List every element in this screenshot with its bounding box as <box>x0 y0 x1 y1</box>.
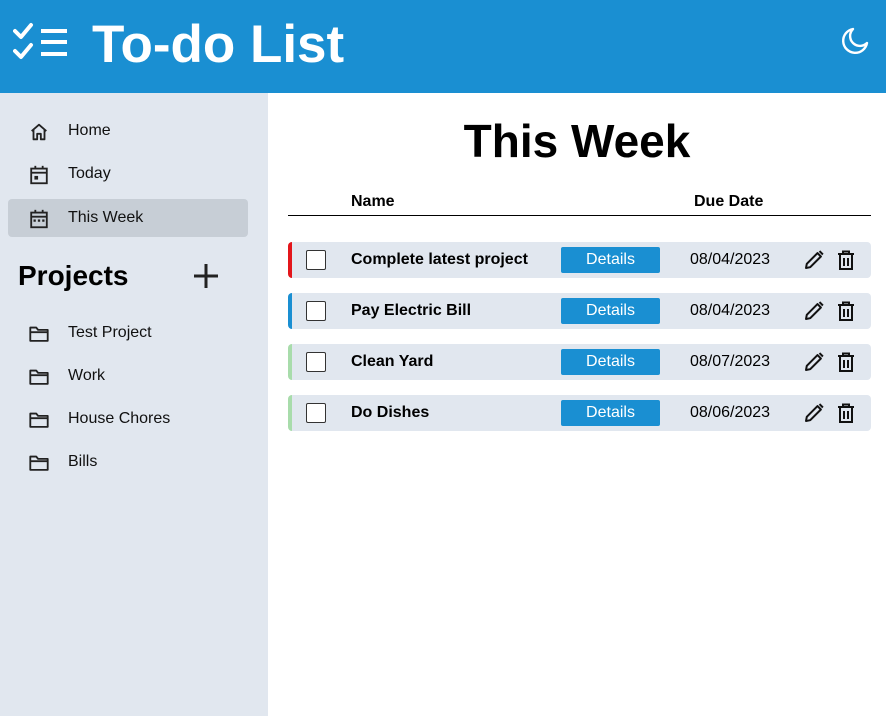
sidebar-item-house-chores[interactable]: House Chores <box>8 400 248 438</box>
trash-icon[interactable] <box>834 299 858 323</box>
details-button[interactable]: Details <box>561 349 660 375</box>
trash-icon[interactable] <box>834 350 858 374</box>
sidebar-item-label: Work <box>68 367 106 384</box>
task-due-date: 08/07/2023 <box>690 353 771 370</box>
home-icon <box>31 123 47 141</box>
details-button[interactable]: Details <box>561 298 660 324</box>
task-row: Complete latest project Details 08/04/20… <box>288 242 871 278</box>
task-name: Clean Yard <box>351 353 434 370</box>
sidebar-item-label: Today <box>68 165 111 182</box>
add-project-icon[interactable] <box>190 260 222 292</box>
sidebar-item-label: Test Project <box>68 324 152 341</box>
column-header-due-date: Due Date <box>694 193 764 210</box>
page-title: This Week <box>463 115 691 167</box>
task-row: Clean Yard Details 08/07/2023 <box>288 344 871 380</box>
pencil-icon[interactable] <box>802 248 826 272</box>
projects-heading: Projects <box>18 260 129 291</box>
task-checkbox[interactable] <box>306 403 326 423</box>
checklist-icon <box>13 23 67 59</box>
folder-icon <box>29 412 49 428</box>
sidebar-item-label: Home <box>68 122 111 139</box>
pencil-icon[interactable] <box>802 401 826 425</box>
task-name: Pay Electric Bill <box>351 302 472 319</box>
sidebar-item-this-week[interactable]: This Week <box>8 199 248 237</box>
task-checkbox[interactable] <box>306 250 326 270</box>
sidebar-item-bills[interactable]: Bills <box>8 443 248 481</box>
sidebar-item-today[interactable]: Today <box>8 155 248 193</box>
details-button[interactable]: Details <box>561 400 660 426</box>
calendar-icon <box>30 165 48 185</box>
folder-icon <box>29 369 49 385</box>
column-header-name: Name <box>351 193 395 210</box>
sidebar-item-home[interactable]: Home <box>8 112 248 150</box>
trash-icon[interactable] <box>834 248 858 272</box>
task-checkbox[interactable] <box>306 301 326 321</box>
sidebar-item-label: This Week <box>68 209 144 226</box>
sidebar-item-label: House Chores <box>68 410 171 427</box>
sidebar-item-label: Bills <box>68 453 98 470</box>
pencil-icon[interactable] <box>802 299 826 323</box>
task-name: Do Dishes <box>351 404 430 421</box>
details-button[interactable]: Details <box>561 247 660 273</box>
sidebar: Home Today This Week Projects Test Proje… <box>0 93 268 716</box>
folder-icon <box>29 326 49 342</box>
task-due-date: 08/04/2023 <box>690 251 771 268</box>
moon-icon[interactable] <box>840 26 870 56</box>
sidebar-item-test-project[interactable]: Test Project <box>8 314 248 352</box>
app-header: To-do List <box>0 0 886 93</box>
header-divider <box>288 215 871 216</box>
app-title: To-do List <box>92 15 345 74</box>
calendar-week-icon <box>30 209 48 229</box>
pencil-icon[interactable] <box>802 350 826 374</box>
task-due-date: 08/06/2023 <box>690 404 771 421</box>
folder-icon <box>29 455 49 471</box>
task-due-date: 08/04/2023 <box>690 302 771 319</box>
task-row: Do Dishes Details 08/06/2023 <box>288 395 871 431</box>
trash-icon[interactable] <box>834 401 858 425</box>
task-checkbox[interactable] <box>306 352 326 372</box>
sidebar-item-work[interactable]: Work <box>8 357 248 395</box>
task-name: Complete latest project <box>351 251 528 268</box>
task-row: Pay Electric Bill Details 08/04/2023 <box>288 293 871 329</box>
